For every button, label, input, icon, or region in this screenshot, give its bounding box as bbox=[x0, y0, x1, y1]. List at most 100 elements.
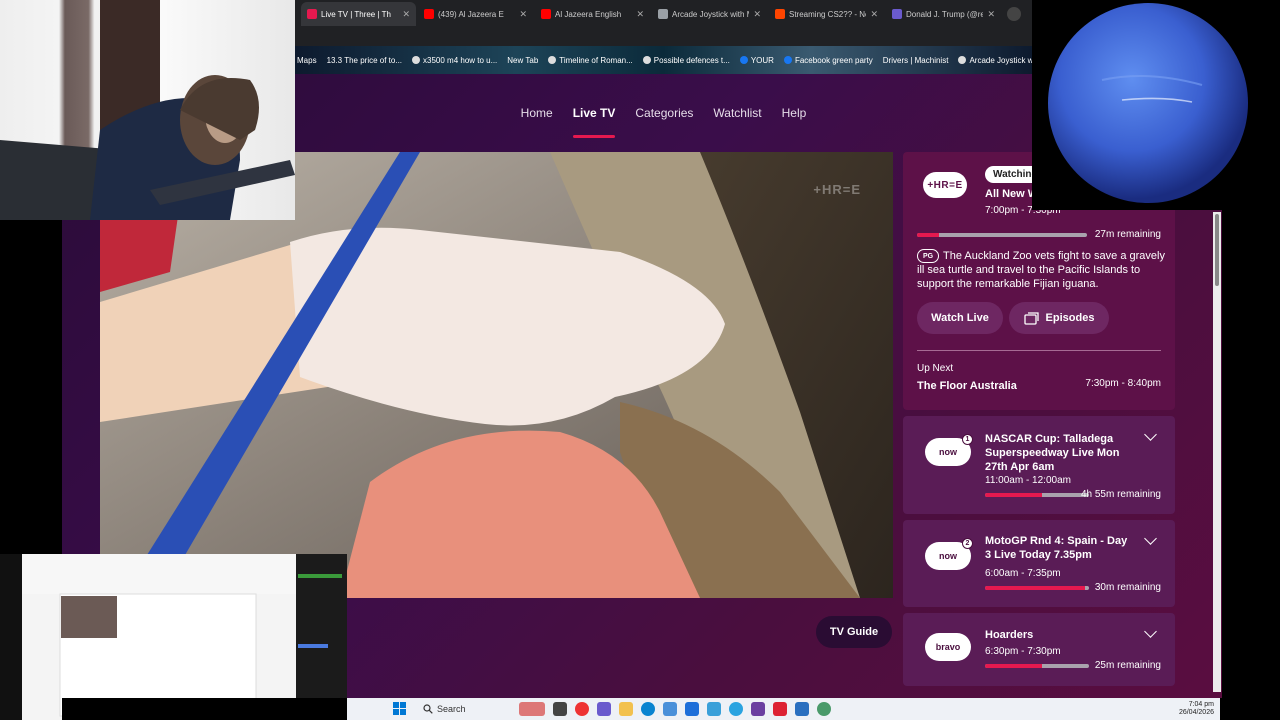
chrome-icon[interactable] bbox=[575, 702, 589, 716]
browser-tab[interactable]: (439) Al Jazeera E ✕ bbox=[418, 2, 533, 26]
program-progress-bar bbox=[985, 493, 1089, 497]
close-icon[interactable]: ✕ bbox=[402, 9, 410, 20]
paint-window-image bbox=[0, 554, 347, 720]
bookmark[interactable]: Possible defences t... bbox=[642, 55, 730, 65]
tab-favicon-icon bbox=[307, 9, 317, 19]
channel-program-time: 11:00am - 12:00am bbox=[985, 475, 1071, 486]
app-icon[interactable] bbox=[597, 702, 611, 716]
screen: Live TV | Three | Th ✕ (439) Al Jazeera E… bbox=[0, 0, 1280, 720]
app-icon[interactable] bbox=[795, 702, 809, 716]
tab-favicon-icon bbox=[892, 9, 902, 19]
widget-icon[interactable] bbox=[519, 702, 545, 716]
nav-categories[interactable]: Categories bbox=[635, 100, 693, 126]
nav-help[interactable]: Help bbox=[782, 100, 807, 126]
up-next-label: Up Next bbox=[917, 363, 954, 374]
channel-program-time: 6:30pm - 7:30pm bbox=[985, 646, 1061, 657]
tab-favicon-icon bbox=[658, 9, 668, 19]
chevron-down-icon[interactable] bbox=[1144, 428, 1157, 441]
app-icon[interactable] bbox=[707, 702, 721, 716]
channel-program-title: NASCAR Cup: Talladega Superspeedway Live… bbox=[985, 433, 1120, 473]
taskbar-clock[interactable]: 7:04 pm 26/04/2026 bbox=[1179, 701, 1214, 717]
telegram-icon[interactable] bbox=[729, 702, 743, 716]
close-icon[interactable]: ✕ bbox=[987, 9, 995, 20]
main-nav: Home Live TV Categories Watchlist Help bbox=[295, 74, 1032, 152]
app-icon[interactable] bbox=[773, 702, 787, 716]
bookmark[interactable]: Maps bbox=[297, 56, 317, 65]
progress-fill bbox=[917, 233, 940, 237]
address-bar[interactable] bbox=[295, 28, 1032, 46]
bookmark-label: Timeline of Roman... bbox=[559, 55, 633, 65]
bookmark-icon bbox=[642, 56, 651, 64]
browser-tab[interactable]: Al Jazeera English ✕ bbox=[535, 2, 650, 26]
close-icon[interactable]: ✕ bbox=[519, 9, 527, 20]
new-tab-button[interactable] bbox=[1007, 7, 1021, 21]
desktop-background bbox=[0, 220, 62, 554]
up-next-title: The Floor Australia bbox=[917, 380, 1017, 392]
channel-number: 1 bbox=[962, 434, 973, 445]
bookmark-label: 13.3 The price of to... bbox=[326, 55, 403, 65]
program-progress-bar bbox=[917, 233, 1087, 237]
nav-watchlist[interactable]: Watchlist bbox=[713, 100, 761, 126]
browser-tab[interactable]: Arcade Joystick with M ✕ bbox=[652, 2, 767, 26]
bookmark-label: Arcade Joystick w bbox=[969, 55, 1032, 65]
tv-guide-button[interactable]: TV Guide bbox=[816, 616, 892, 648]
bookmark[interactable]: Arcade Joystick w bbox=[958, 56, 1032, 65]
youtube-icon bbox=[424, 9, 434, 19]
planet-image bbox=[1048, 3, 1248, 203]
scrollbar-thumb[interactable] bbox=[1215, 214, 1219, 286]
time-remaining: 27m remaining bbox=[1094, 229, 1161, 240]
close-icon[interactable]: ✕ bbox=[753, 9, 761, 20]
bookmark[interactable]: 13.3 The price of to... bbox=[327, 56, 402, 65]
tab-label: Live TV | Three | Th bbox=[321, 9, 391, 19]
bookmark[interactable]: YOUR bbox=[739, 56, 774, 65]
search-icon bbox=[423, 704, 433, 714]
clock-date: 26/04/2026 bbox=[1178, 709, 1214, 716]
progress-fill bbox=[985, 493, 1043, 497]
task-view-icon[interactable] bbox=[553, 702, 567, 716]
episodes-button[interactable]: Episodes bbox=[1009, 302, 1109, 334]
store-icon[interactable] bbox=[685, 702, 699, 716]
youtube-icon bbox=[541, 9, 551, 19]
bookmark-label: Maps bbox=[297, 55, 317, 65]
browser-tab[interactable]: Streaming CS2?? - Not ✕ bbox=[769, 2, 884, 26]
app-icon[interactable] bbox=[663, 702, 677, 716]
program-progress-bar bbox=[985, 664, 1089, 668]
bookmark-label: Possible defences t... bbox=[653, 55, 730, 65]
taskbar-search[interactable]: Search bbox=[423, 704, 511, 714]
browser-tab[interactable]: Donald J. Trump (@rea ✕ bbox=[886, 2, 1001, 26]
progress-fill bbox=[985, 664, 1043, 668]
channel-logo: +HR=E bbox=[923, 172, 967, 198]
bookmark[interactable]: x3500 m4 how to u... bbox=[412, 56, 497, 65]
bookmarks-bar: Maps 13.3 The price of to... x3500 m4 ho… bbox=[295, 46, 1032, 74]
program-description: The Auckland Zoo vets fight to save a gr… bbox=[917, 250, 1165, 290]
chevron-down-icon[interactable] bbox=[1144, 625, 1157, 638]
channel-card[interactable]: now 2 MotoGP Rnd 4: Spain - Day 3 Live T… bbox=[903, 520, 1175, 607]
bookmark[interactable]: Facebook green party bbox=[783, 55, 873, 65]
facebook-icon bbox=[739, 56, 748, 64]
close-icon[interactable]: ✕ bbox=[636, 9, 644, 20]
nav-live-tv[interactable]: Live TV bbox=[572, 100, 615, 138]
bookmark-label: x3500 m4 how to u... bbox=[423, 55, 498, 65]
nav-home[interactable]: Home bbox=[521, 100, 553, 126]
bookmark-label: Drivers | Machinist bbox=[882, 55, 949, 65]
bookmark[interactable]: Timeline of Roman... bbox=[548, 56, 633, 65]
chevron-down-icon[interactable] bbox=[1144, 532, 1157, 545]
taskbar: Search 7:04 pm 26/04/2026 bbox=[347, 698, 1220, 720]
browser-tab[interactable]: Live TV | Three | Th ✕ bbox=[301, 2, 416, 26]
watch-live-button[interactable]: Watch Live bbox=[917, 302, 1003, 334]
channel-card[interactable]: bravo Hoarders 6:30pm - 7:30pm 25m remai… bbox=[903, 613, 1175, 686]
app-icon[interactable] bbox=[751, 702, 765, 716]
windows-start-icon[interactable] bbox=[393, 702, 407, 716]
bookmark[interactable]: Drivers | Machinist bbox=[883, 56, 949, 65]
paint-window bbox=[0, 554, 347, 720]
episodes-icon bbox=[1023, 312, 1039, 325]
app-icon[interactable] bbox=[817, 702, 831, 716]
facebook-icon bbox=[783, 56, 792, 64]
close-icon[interactable]: ✕ bbox=[870, 9, 878, 20]
file-explorer-icon[interactable] bbox=[619, 702, 633, 716]
edge-icon[interactable] bbox=[641, 702, 655, 716]
channel-card[interactable]: now 1 NASCAR Cup: Talladega Superspeedwa… bbox=[903, 416, 1175, 514]
bookmark-label: Facebook green party bbox=[794, 55, 873, 65]
program-title: All New W bbox=[985, 188, 1039, 200]
bookmark[interactable]: New Tab bbox=[507, 56, 538, 65]
